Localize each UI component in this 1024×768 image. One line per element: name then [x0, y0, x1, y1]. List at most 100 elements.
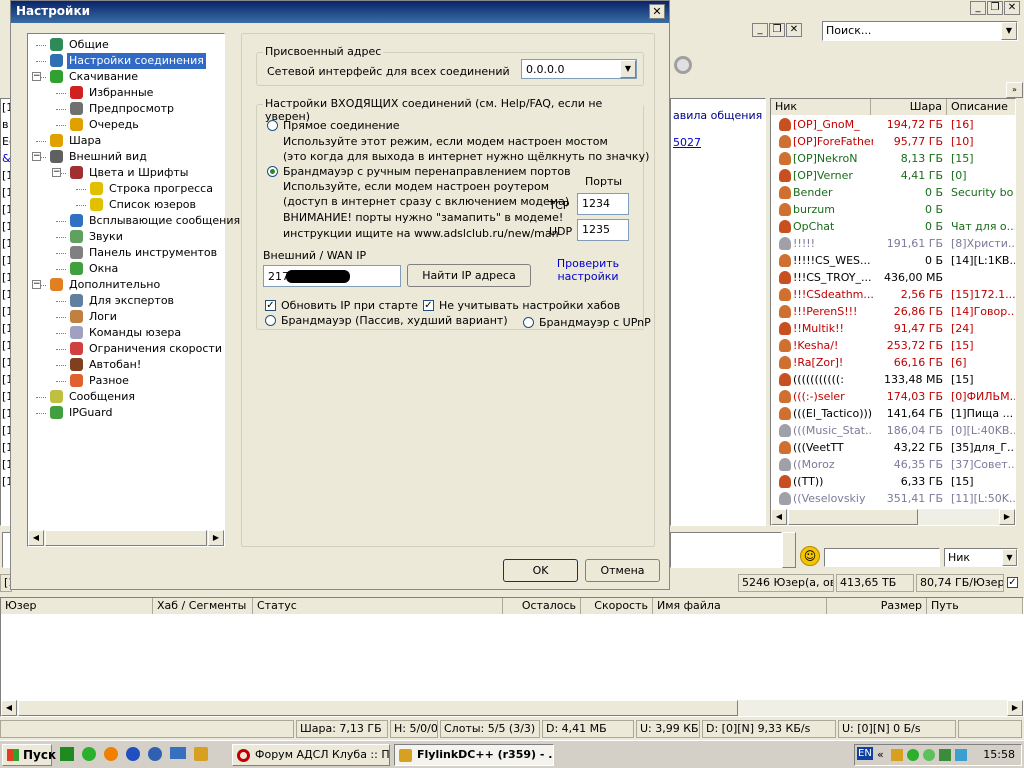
tree-item[interactable]: Очередь: [28, 117, 224, 133]
user-row[interactable]: ((Veselovskiy 351,41 ГБ [11][L:50K...: [771, 490, 1015, 507]
col-header-nick[interactable]: Ник: [771, 99, 871, 115]
mdi-restore-icon[interactable]: ❐: [769, 23, 785, 37]
tray-flower-icon[interactable]: [923, 749, 935, 761]
ql-media-icon[interactable]: [148, 747, 162, 761]
start-button[interactable]: Пуск: [2, 744, 56, 766]
tree-item[interactable]: Панель инструментов: [28, 245, 224, 261]
tree-hscroll[interactable]: ◀ ▶: [28, 530, 224, 546]
transfer-col-header[interactable]: Размер: [827, 598, 927, 614]
tree-item[interactable]: Команды юзера: [28, 325, 224, 341]
user-row[interactable]: !!!CS_TROY_... 436,00 МБ: [771, 269, 1015, 286]
update-ip-label[interactable]: Обновить IP при старте: [281, 299, 418, 312]
scroll-left-icon[interactable]: ◀: [28, 530, 44, 546]
tree-item[interactable]: Настройки соединения: [28, 53, 224, 69]
update-ip-checkbox[interactable]: ✓: [265, 300, 276, 311]
user-row[interactable]: !!!CSdeathm... 2,56 ГБ [15]172.1...: [771, 286, 1015, 303]
tree-item[interactable]: IPGuard: [28, 405, 224, 421]
tree-item[interactable]: Сообщения: [28, 389, 224, 405]
task-button-flylink[interactable]: FlylinkDC++ (r359) - ...: [394, 744, 554, 766]
tcp-port-input[interactable]: 1234: [577, 193, 629, 215]
radio-passive[interactable]: [265, 315, 276, 326]
radio-upnp[interactable]: [523, 317, 534, 328]
search-input[interactable]: Поиск...: [826, 24, 871, 37]
tree-item[interactable]: Список юзеров: [28, 197, 224, 213]
scroll-thumb[interactable]: [45, 530, 207, 546]
user-row[interactable]: (((VeetTT 43,22 ГБ [35]для_Г...: [771, 439, 1015, 456]
ql-desktop-icon[interactable]: [170, 747, 186, 759]
transfer-list[interactable]: Юзер Хаб / Сегменты Статус Осталось Скорость…: [0, 597, 1024, 717]
chevron-down-icon[interactable]: ▼: [1002, 549, 1017, 566]
user-row[interactable]: ((Moroz 46,35 ГБ [37]Совет...: [771, 456, 1015, 473]
radio-firewall-manual[interactable]: [267, 166, 278, 177]
tree-item[interactable]: − Скачивание: [28, 69, 224, 85]
tree-item[interactable]: Окна: [28, 261, 224, 277]
iface-select[interactable]: 0.0.0.0 ▼: [521, 59, 637, 79]
scroll-left-icon[interactable]: ◀: [771, 509, 787, 525]
user-row[interactable]: (((((((((((: 133,48 МБ [15]: [771, 371, 1015, 388]
tree-item[interactable]: Для экспертов: [28, 293, 224, 309]
user-row[interactable]: [OP]ForeFather 95,77 ГБ [10]: [771, 133, 1015, 150]
tree-item[interactable]: Общие: [28, 37, 224, 53]
udp-port-input[interactable]: 1235: [577, 219, 629, 241]
transfer-col-header[interactable]: Скорость: [581, 598, 653, 614]
wan-ip-input[interactable]: 217: [263, 265, 401, 287]
userlist-hscroll[interactable]: ◀ ▶: [771, 509, 1015, 525]
ignore-hubs-label[interactable]: Не учитывать настройки хабов: [439, 299, 620, 312]
col-header-share[interactable]: Шара: [871, 99, 947, 115]
user-row[interactable]: [OP]NekroN 8,13 ГБ [15]: [771, 150, 1015, 167]
tree-item[interactable]: Предпросмотр: [28, 101, 224, 117]
direct-label[interactable]: Прямое соединение: [283, 119, 400, 132]
user-row[interactable]: (((:-)seler 174,03 ГБ [0]ФИЛЬМ...: [771, 388, 1015, 405]
tray-flylink-icon[interactable]: [891, 749, 903, 761]
ok-button[interactable]: OK: [503, 559, 578, 582]
tree-item[interactable]: Ограничения скорости: [28, 341, 224, 357]
user-row[interactable]: Bender 0 Б Security bo: [771, 184, 1015, 201]
user-row[interactable]: (((Music_Stat... 186,04 ГБ [0][L:40KB...: [771, 422, 1015, 439]
tree-item[interactable]: Шара: [28, 133, 224, 149]
passive-label[interactable]: Брандмауэр (Пассив, худший вариант): [281, 314, 508, 327]
transfer-col-header[interactable]: Имя файла: [653, 598, 827, 614]
ignore-hubs-checkbox[interactable]: ✓: [423, 300, 434, 311]
tree-item[interactable]: Строка прогресса: [28, 181, 224, 197]
task-button-forum[interactable]: Форум АДСЛ Клуба :: П...: [232, 744, 390, 766]
user-list[interactable]: Ник Шара Описание [OP]_GnoM_ 194,72 ГБ [16…: [770, 98, 1016, 526]
ql-mail-icon[interactable]: [104, 747, 118, 761]
user-row[interactable]: !!!PerenS!!! 26,86 ГБ [14]Говор...: [771, 303, 1015, 320]
tree-expander-icon[interactable]: −: [52, 168, 61, 177]
transfer-col-header[interactable]: Путь: [927, 598, 1023, 614]
lang-indicator[interactable]: EN: [857, 747, 873, 760]
tree-item[interactable]: − Внешний вид: [28, 149, 224, 165]
user-row[interactable]: !Kesha/! 253,72 ГБ [15]: [771, 337, 1015, 354]
tree-item[interactable]: − Цвета и Шрифты: [28, 165, 224, 181]
userlist-scroll-arrow[interactable]: »: [1006, 82, 1023, 98]
chat-area[interactable]: авила общения 5027: [670, 98, 766, 526]
tray-clock[interactable]: 15:58: [983, 748, 1015, 761]
transfer-col-header[interactable]: Осталось: [503, 598, 581, 614]
tray-app-icon[interactable]: [907, 749, 919, 761]
tree-item[interactable]: Всплывающие сообщения: [28, 213, 240, 229]
scroll-right-icon[interactable]: ▶: [999, 509, 1015, 525]
user-row[interactable]: !!!!! 191,61 ГБ [8]Христи...: [771, 235, 1015, 252]
restore-icon[interactable]: ❐: [987, 1, 1003, 15]
ql-help-icon[interactable]: [126, 747, 140, 761]
mdi-minimize-icon[interactable]: _: [752, 23, 768, 37]
user-row[interactable]: !Ra[Zor]! 66,16 ГБ [6]: [771, 354, 1015, 371]
ql-app1-icon[interactable]: [60, 747, 74, 761]
settings-tree[interactable]: Общие Настройки соединения − Скачивание Избр…: [27, 33, 240, 547]
tree-expander-icon[interactable]: −: [32, 72, 41, 81]
smiley-icon[interactable]: ☺: [800, 546, 820, 566]
chevron-down-icon[interactable]: ▼: [1001, 22, 1017, 40]
tree-item[interactable]: Звуки: [28, 229, 224, 245]
tray-chevron-icon[interactable]: «: [877, 748, 884, 761]
filter-input[interactable]: [824, 548, 940, 567]
scroll-left-icon[interactable]: ◀: [1, 700, 17, 716]
user-row[interactable]: burzum 0 Б: [771, 201, 1015, 218]
scroll-thumb[interactable]: [18, 700, 738, 716]
transfer-hscroll[interactable]: ◀ ▶: [1, 700, 1023, 716]
tree-item[interactable]: Избранные: [28, 85, 224, 101]
check-settings-link[interactable]: Проверить настройки: [551, 257, 625, 283]
user-row[interactable]: !!Multik!! 91,47 ГБ [24]: [771, 320, 1015, 337]
transfer-col-header[interactable]: Статус: [253, 598, 503, 614]
radio-direct[interactable]: [267, 120, 278, 131]
scroll-thumb[interactable]: [788, 509, 918, 525]
